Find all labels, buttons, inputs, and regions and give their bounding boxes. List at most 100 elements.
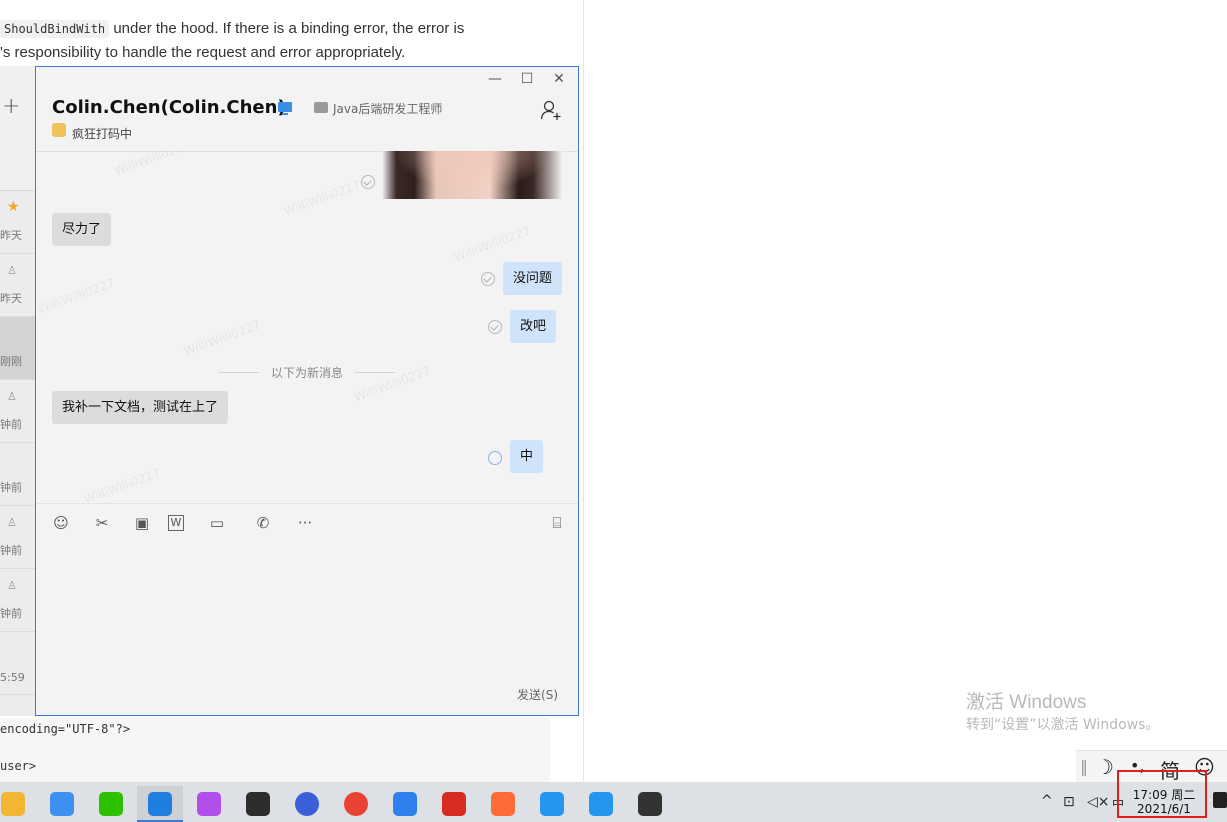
status-emoji-icon	[52, 123, 66, 137]
taskbar-app-goland[interactable]	[235, 786, 281, 822]
moon-icon[interactable]: ☽	[1096, 755, 1114, 779]
add-chat-button[interactable]: +	[0, 66, 36, 191]
watermark: WilliWilli0227	[452, 223, 533, 265]
feishu-icon	[50, 792, 74, 816]
chat-list-item[interactable]: ♙ 钟前	[0, 506, 36, 569]
image-icon[interactable]: ▣	[133, 514, 151, 532]
ime-drag-handle[interactable]: ‖	[1080, 757, 1088, 776]
phone-icon[interactable]: ✆	[248, 514, 278, 532]
chat-list-time: 钟前	[0, 544, 22, 557]
taskbar-app-wechat[interactable]	[88, 786, 134, 822]
code-block: encoding="UTF-8"?> user>	[0, 718, 550, 782]
chat-list-time: 5:59	[0, 671, 25, 684]
taskbar-app-app-swirl[interactable]	[284, 786, 330, 822]
wechat-icon	[99, 792, 123, 816]
chat-list-time: 钟前	[0, 607, 22, 620]
send-button[interactable]: 发送(S)	[517, 686, 558, 703]
word-doc-icon[interactable]: W	[168, 515, 184, 531]
chat-list-time: 钟前	[0, 481, 22, 494]
taskbar-app-notes[interactable]	[382, 786, 428, 822]
postman-icon	[491, 792, 515, 816]
taskbar-app-avatar-app[interactable]	[627, 786, 673, 822]
chat-list-item[interactable]: ★ 昨天	[0, 191, 36, 254]
read-check-icon	[481, 272, 495, 286]
folder-icon[interactable]: ▭	[202, 514, 232, 532]
watermark: WilliWilli0227	[36, 275, 117, 317]
photo-highlight	[382, 151, 562, 199]
job-title: Java后端研发工程师	[333, 102, 443, 116]
code-line-1: encoding="UTF-8"?>	[0, 722, 131, 736]
more-icon[interactable]: ···	[294, 514, 316, 532]
volume-muted-icon[interactable]: ◁×	[1087, 794, 1110, 810]
docker-icon	[540, 792, 564, 816]
taskbar-app-docker-2[interactable]	[578, 786, 624, 822]
contact-name[interactable]: Colin.Chen(Colin.Chen)	[52, 97, 286, 118]
read-check-icon	[488, 320, 502, 334]
taskbar-app-chrome[interactable]	[333, 786, 379, 822]
code-line-2: user>	[0, 759, 37, 773]
chat-list-item[interactable]: 钟前	[0, 443, 36, 506]
briefcase-icon	[314, 102, 328, 113]
message-input[interactable]: 发送(S)	[36, 541, 578, 717]
taskbar-app-postman[interactable]	[480, 786, 526, 822]
chat-list-time: 刚刚	[0, 355, 22, 368]
chat-list-item[interactable]: ♙ 昨天	[0, 254, 36, 317]
taskbar-app-docker[interactable]	[529, 786, 575, 822]
chat-history-icon[interactable]: ⌸	[548, 514, 566, 532]
chat-list-item-selected[interactable]: 刚刚	[0, 317, 36, 380]
chat-list-time: 昨天	[0, 229, 22, 242]
taskbar-app-phpstorm[interactable]	[186, 786, 232, 822]
document-line-2: 's responsibility to handle the request …	[0, 44, 406, 61]
document-line-1-text: under the hood. If there is a binding er…	[109, 20, 465, 37]
mute-icon: ♙	[7, 516, 17, 529]
emoji-icon[interactable]: ☺	[52, 514, 70, 532]
file-explorer-icon	[1, 792, 25, 816]
taskbar-app-redis[interactable]	[431, 786, 477, 822]
mute-icon: ♙	[7, 264, 17, 277]
chat-toolbar: ☺ ✂ ▣ W ▭ ✆ ··· ⌸	[36, 503, 578, 542]
outgoing-message[interactable]: 改吧	[510, 310, 557, 343]
incoming-message[interactable]: 尽力了	[52, 213, 112, 246]
new-messages-divider: 以下为新消息	[270, 366, 343, 380]
taskbar-app-qq-search[interactable]	[137, 786, 183, 822]
watermark: WilliWilli0227	[82, 465, 163, 503]
read-check-icon	[361, 175, 375, 189]
screenshot-icon[interactable]: ✂	[88, 514, 116, 532]
add-member-icon[interactable]	[540, 99, 562, 121]
chat-header: Colin.Chen(Colin.Chen) Java后端研发工程师 疯狂打码中	[36, 67, 578, 152]
document-line-1: ShouldBindWith under the hood. If there …	[0, 20, 465, 38]
avatar-app-icon	[638, 792, 662, 816]
phpstorm-icon	[197, 792, 221, 816]
taskbar-app-file-explorer[interactable]	[0, 786, 36, 822]
tray-chevron-icon[interactable]: ^	[1041, 793, 1053, 809]
outgoing-message[interactable]: 没问题	[503, 262, 563, 295]
docker-2-icon	[589, 792, 613, 816]
sending-status-icon	[488, 451, 502, 465]
clock-time[interactable]: 17:09 周二	[1119, 786, 1209, 803]
notes-icon	[393, 792, 417, 816]
mute-icon: ♙	[7, 579, 17, 592]
goland-icon	[246, 792, 270, 816]
inline-code: ShouldBindWith	[0, 20, 110, 38]
mute-icon: ♙	[7, 390, 17, 403]
notification-icon[interactable]	[1213, 792, 1227, 808]
taskbar-app-feishu[interactable]	[39, 786, 85, 822]
chat-list-time: 钟前	[0, 418, 22, 431]
clock-date[interactable]: 2021/6/1	[1119, 802, 1209, 816]
chat-list-item[interactable]: ♙ 钟前	[0, 380, 36, 443]
desktop-online-icon	[278, 102, 292, 115]
star-icon: ★	[7, 199, 20, 215]
qq-search-icon	[148, 792, 172, 816]
chat-list-item[interactable]: ♙ 钟前	[0, 569, 36, 632]
network-icon[interactable]: ⊡	[1063, 794, 1075, 810]
chat-window: — ☐ ✕ Colin.Chen(Colin.Chen) Java后端研发工程师…	[35, 66, 579, 716]
chrome-icon	[344, 792, 368, 816]
chat-list-item[interactable]: 5:59	[0, 632, 36, 695]
activation-title: 激活 Windows	[966, 692, 1087, 713]
chat-list: + ★ 昨天 ♙ 昨天 刚刚 ♙ 钟前 钟前 ♙ 钟前 ♙ 钟前 5:59	[0, 66, 37, 716]
watermark: WilliWilli0227	[112, 151, 193, 179]
document-divider	[583, 0, 584, 782]
outgoing-message[interactable]: 中	[510, 440, 544, 473]
app-swirl-icon	[295, 792, 319, 816]
incoming-message[interactable]: 我补一下文档，测试在上了	[52, 391, 229, 424]
